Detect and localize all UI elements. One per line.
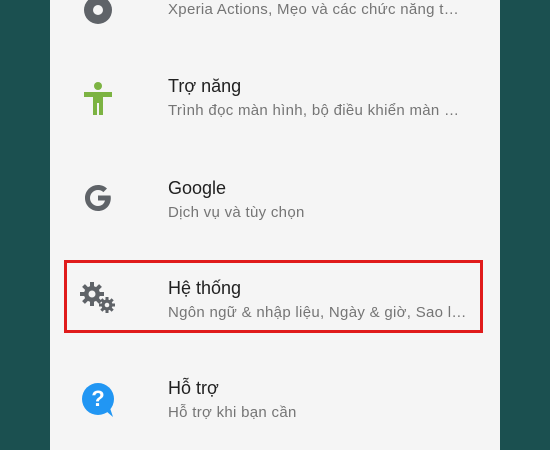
settings-item-title: Google: [168, 178, 227, 198]
xperia-icon: [78, 0, 118, 30]
settings-item-google[interactable]: Google Dịch vụ và tùy chọn: [50, 162, 500, 262]
settings-panel: Xperia Actions, Mẹo và các chức năng t… …: [50, 0, 500, 450]
help-icon: ?: [78, 380, 118, 420]
settings-item-accessibility[interactable]: Trợ năng Trình đọc màn hình, bộ điều khi…: [50, 60, 500, 160]
settings-item-title: Trợ năng: [168, 76, 242, 96]
settings-item-subtitle: Xperia Actions, Mẹo và các chức năng t…: [168, 1, 460, 18]
settings-item-title: Hỗ trợ: [168, 378, 219, 398]
accessibility-icon: [78, 78, 118, 118]
highlight-box: [64, 260, 483, 333]
settings-item-support[interactable]: ? Hỗ trợ Hỗ trợ khi bạn cần: [50, 362, 500, 450]
settings-item-subtitle: Trình đọc màn hình, bộ điều khiển màn …: [168, 102, 460, 119]
google-icon: [78, 178, 118, 218]
svg-text:?: ?: [91, 386, 104, 411]
settings-item-xperia[interactable]: Xperia Actions, Mẹo và các chức năng t…: [50, 0, 500, 60]
settings-item-subtitle: Hỗ trợ khi bạn cần: [168, 404, 297, 421]
settings-item-subtitle: Dịch vụ và tùy chọn: [168, 204, 305, 221]
